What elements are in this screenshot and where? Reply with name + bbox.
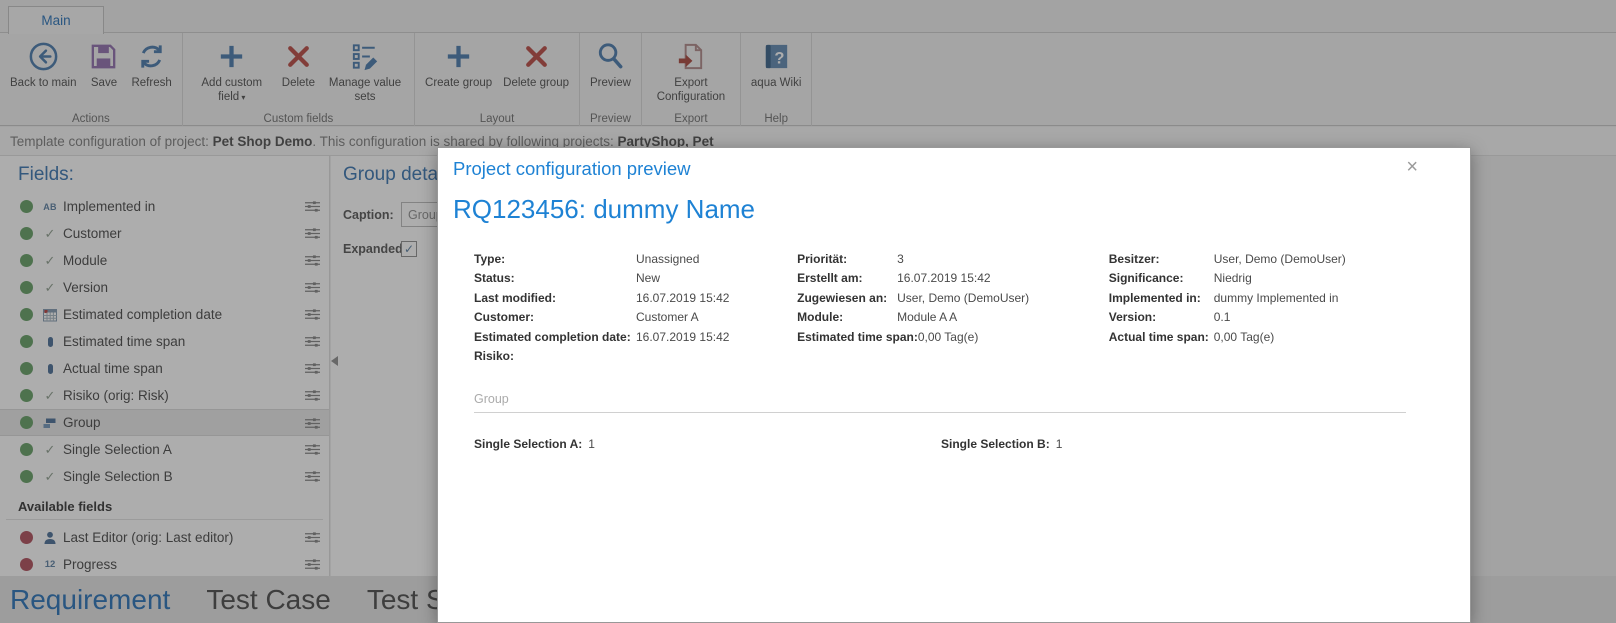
dialog-body: Type: Unassigned Status: New Last modified: 1…: [438, 225, 1470, 451]
detail-row-last-modified: Last modified: 16.07.2019 15:42: [474, 288, 797, 308]
detail-row-priorit-t: Priorität: 3: [797, 249, 1109, 269]
detail-value: New: [636, 271, 661, 286]
detail-value: 16.07.2019 15:42: [636, 329, 730, 344]
detail-value: Customer A: [636, 310, 699, 325]
requirement-heading: RQ123456: dummy Name: [453, 194, 756, 224]
detail-label: Actual time span:: [1108, 329, 1209, 344]
detail-label: Besitzer:: [1108, 251, 1160, 266]
detail-value: Niedrig: [1213, 271, 1252, 286]
detail-row-zugewiesen-an: Zugewiesen an: User, Demo (DemoUser): [797, 288, 1109, 308]
group-section-items: Single Selection A: 1 Single Selection B: 1: [474, 437, 1406, 451]
dialog-title: Project configuration preview: [453, 158, 691, 179]
detail-label: Zugewiesen an:: [797, 290, 888, 305]
group-section-label: Group: [474, 392, 509, 406]
detail-label: Estimated time span:: [797, 329, 918, 344]
group-item-label: Single Selection B:: [941, 437, 1050, 451]
detail-row-besitzer: Besitzer: User, Demo (DemoUser): [1109, 249, 1406, 269]
detail-column-1: Type: Unassigned Status: New Last modified: 1…: [474, 249, 797, 366]
group-item-value: 1: [1055, 437, 1063, 451]
application-window: Main Back to main Save Refresh Actions Add c…: [0, 0, 1616, 623]
group-section: Group Single Selection A: 1 Single Selecti…: [474, 392, 1406, 451]
detail-label: Estimated completion date:: [474, 329, 631, 344]
detail-value: 3: [897, 251, 904, 266]
detail-label: Priorität:: [797, 251, 848, 266]
detail-row-implemented-in: Implemented in: dummy Implemented in: [1109, 288, 1406, 308]
detail-value: 16.07.2019 15:42: [636, 290, 730, 305]
detail-row-estimated-time-span: Estimated time span: 0,00 Tag(e): [797, 327, 1109, 347]
detail-value: Unassigned: [636, 251, 700, 266]
detail-value: dummy Implemented in: [1213, 290, 1339, 305]
detail-label: Last modified:: [474, 290, 557, 305]
detail-row-version: Version: 0.1: [1109, 308, 1406, 328]
detail-column-2: Priorität: 3 Erstellt am: 16.07.2019 15:42 Z…: [797, 249, 1109, 366]
detail-label: Version:: [1108, 310, 1157, 325]
detail-row-module: Module: Module A A: [797, 308, 1109, 328]
group-item-label: Single Selection A:: [474, 437, 583, 451]
detail-row-actual-time-span: Actual time span: 0,00 Tag(e): [1109, 327, 1406, 347]
detail-label: Risiko:: [474, 349, 515, 364]
detail-value: 0.1: [1213, 310, 1231, 325]
detail-row-risiko: Risiko:: [474, 347, 797, 367]
detail-row-status: Status: New: [474, 269, 797, 289]
detail-label: Implemented in:: [1108, 290, 1201, 305]
detail-row-customer: Customer: Customer A: [474, 308, 797, 328]
detail-value: User, Demo (DemoUser): [1213, 251, 1346, 266]
close-icon[interactable]: ×: [1406, 157, 1418, 177]
detail-label: Customer:: [474, 310, 535, 325]
detail-column-3: Besitzer: User, Demo (DemoUser) Significan…: [1109, 249, 1406, 366]
detail-label: Significance:: [1108, 271, 1184, 286]
detail-columns: Type: Unassigned Status: New Last modified: 1…: [474, 249, 1406, 366]
detail-row-erstellt-am: Erstellt am: 16.07.2019 15:42: [797, 269, 1109, 289]
detail-value: Module A A: [897, 310, 958, 325]
group-item-single-selection-b: Single Selection B: 1: [941, 437, 1062, 451]
detail-label: Module:: [797, 310, 844, 325]
detail-label: Erstellt am:: [797, 271, 863, 286]
detail-value: 16.07.2019 15:42: [897, 271, 991, 286]
detail-row-estimated-completion-date: Estimated completion date: 16.07.2019 15:…: [474, 327, 797, 347]
detail-value: User, Demo (DemoUser): [897, 290, 1030, 305]
detail-row-significance: Significance: Niedrig: [1109, 269, 1406, 289]
detail-value: 0,00 Tag(e): [917, 329, 979, 344]
detail-value: 0,00 Tag(e): [1213, 329, 1275, 344]
group-item-single-selection-a: Single Selection A: 1: [474, 437, 941, 451]
detail-label: Status:: [474, 271, 515, 286]
detail-row-type: Type: Unassigned: [474, 249, 797, 269]
project-configuration-preview-dialog: Project configuration preview × RQ123456…: [437, 147, 1471, 623]
detail-label: Type:: [474, 251, 506, 266]
group-section-divider: [474, 412, 1406, 413]
group-item-value: 1: [588, 437, 595, 451]
